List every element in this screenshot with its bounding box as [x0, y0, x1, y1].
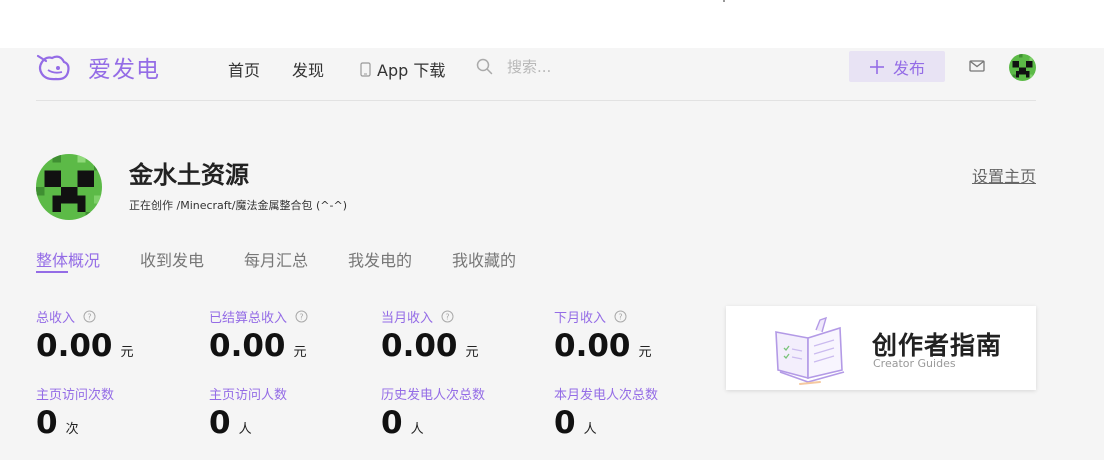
- guide-subtitle: Creator Guides: [873, 357, 956, 370]
- creeper-avatar-icon: [36, 154, 102, 220]
- creator-guide-card[interactable]: 创作者指南 Creator Guides: [726, 306, 1036, 390]
- stat-page-visitors: 主页访问人数 0人: [209, 384, 287, 441]
- creeper-avatar-icon: [1009, 54, 1036, 81]
- help-icon[interactable]: ?: [614, 310, 627, 323]
- stat-label: 总收入: [36, 311, 76, 326]
- tab-monthly[interactable]: 每月汇总: [244, 247, 308, 271]
- stat-value: 0: [554, 405, 576, 441]
- active-tab-underline: [36, 271, 68, 273]
- publish-label: 发布: [892, 58, 925, 78]
- settings-link[interactable]: 设置主页: [972, 163, 1036, 187]
- svg-text:?: ?: [299, 313, 303, 322]
- stat-unit: 人: [410, 422, 424, 437]
- profile-subtitle: 正在创作 /Minecraft/魔法金属整合包 (^-^): [129, 199, 347, 212]
- stat-unit: 元: [120, 345, 134, 360]
- stat-settled-income: 已结算总收入 ? 0.00 元: [209, 307, 308, 364]
- mail-icon[interactable]: [969, 60, 985, 72]
- phone-icon: [360, 61, 371, 77]
- stat-value: 0.00: [209, 328, 286, 364]
- stat-value: 0.00: [554, 328, 631, 364]
- stat-total-income: 总收入 ? 0.00 元: [36, 307, 134, 364]
- svg-text:?: ?: [87, 313, 91, 322]
- stat-value: 0.00: [381, 328, 458, 364]
- stat-label: 主页访问人数: [209, 388, 288, 403]
- stat-unit: 人: [583, 422, 597, 437]
- browser-top-strip: [0, 0, 1104, 48]
- top-dot: [723, 0, 725, 2]
- svg-text:?: ?: [445, 313, 449, 322]
- nav-home[interactable]: 首页: [228, 57, 260, 81]
- profile-name: 金水土资源: [129, 161, 249, 189]
- nav-divider: [36, 100, 1036, 101]
- search-icon: [476, 58, 493, 75]
- stat-value: 0: [381, 405, 403, 441]
- book-icon: [775, 316, 845, 385]
- stat-page-visits: 主页访问次数 0次: [36, 384, 114, 441]
- help-icon[interactable]: ?: [295, 310, 308, 323]
- stat-value: 0: [209, 405, 231, 441]
- nav-discover[interactable]: 发现: [292, 57, 324, 81]
- stat-label: 下月收入: [554, 311, 607, 326]
- nav-app-download-label: App 下载: [377, 61, 446, 80]
- stat-value: 0.00: [36, 328, 113, 364]
- tab-overview[interactable]: 整体概况: [36, 247, 100, 271]
- svg-text:?: ?: [618, 313, 622, 322]
- logo-icon: [36, 54, 70, 81]
- stat-label: 已结算总收入: [209, 311, 288, 326]
- stat-current-month-income: 当月收入 ? 0.00 元: [381, 307, 479, 364]
- tab-favorites[interactable]: 我收藏的: [452, 247, 516, 271]
- help-icon[interactable]: ?: [83, 310, 96, 323]
- stat-next-month-income: 下月收入 ? 0.00 元: [554, 307, 652, 364]
- stat-total-supporters: 历史发电人次总数 0人: [381, 384, 485, 441]
- help-icon[interactable]: ?: [441, 310, 454, 323]
- stat-value: 0: [36, 405, 58, 441]
- stat-unit: 次: [65, 422, 79, 437]
- stat-month-supporters: 本月发电人次总数 0人: [554, 384, 658, 441]
- stat-label: 主页访问次数: [36, 388, 115, 403]
- logo-text: 爱发电: [88, 57, 160, 83]
- stat-label: 本月发电人次总数: [554, 388, 659, 403]
- plus-icon: [869, 59, 884, 74]
- stat-unit: 人: [238, 422, 252, 437]
- profile-avatar: [36, 154, 102, 220]
- stat-unit: 元: [293, 345, 307, 360]
- search-input[interactable]: 搜索...: [507, 56, 551, 77]
- user-avatar[interactable]: [1009, 54, 1036, 81]
- publish-button[interactable]: 发布: [849, 51, 945, 82]
- stat-unit: 元: [465, 345, 479, 360]
- nav-app-download[interactable]: App 下载: [360, 57, 445, 81]
- site-logo[interactable]: 爱发电: [36, 50, 160, 84]
- tab-received[interactable]: 收到发电: [140, 247, 204, 271]
- stat-label: 历史发电人次总数: [381, 388, 486, 403]
- search-box[interactable]: 搜索...: [476, 56, 551, 77]
- tab-my-support[interactable]: 我发电的: [348, 247, 412, 271]
- stat-label: 当月收入: [381, 311, 434, 326]
- stat-unit: 元: [638, 345, 652, 360]
